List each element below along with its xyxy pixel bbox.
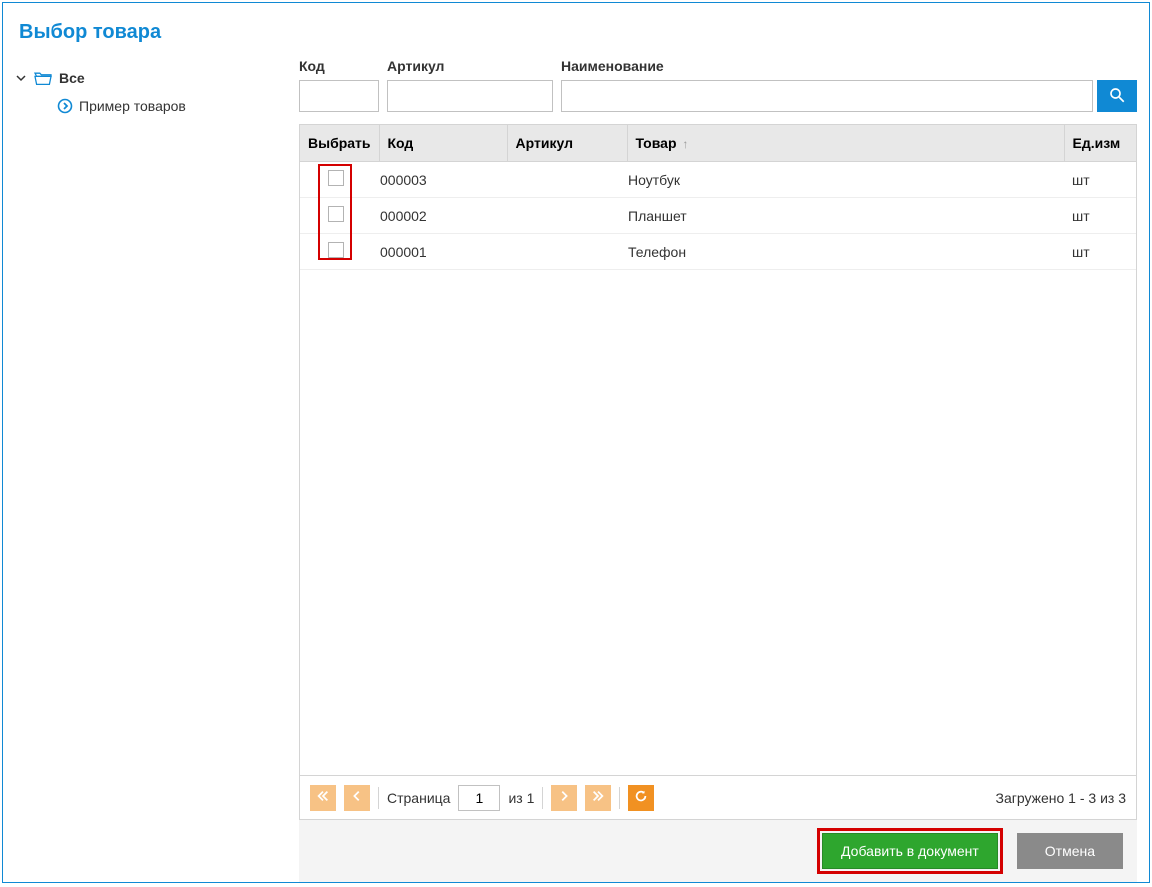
cell-name: Планшет xyxy=(620,198,1064,234)
table-body: 000003 Ноутбук шт 000002 Планшет шт xyxy=(300,162,1136,775)
prev-page-button[interactable] xyxy=(344,785,370,811)
chevron-left-icon xyxy=(350,789,364,806)
first-page-button[interactable] xyxy=(310,785,336,811)
main-area: Код Артикул Наименование xyxy=(289,58,1149,882)
filter-code: Код xyxy=(299,58,379,112)
filter-name-label: Наименование xyxy=(561,58,1093,74)
chevron-right-icon xyxy=(557,789,571,806)
cell-unit: шт xyxy=(1064,198,1136,234)
sort-asc-icon: ↑ xyxy=(682,137,688,151)
filter-name: Наименование xyxy=(561,58,1093,112)
filter-name-input[interactable] xyxy=(561,80,1093,112)
separator xyxy=(619,787,620,809)
filter-article: Артикул xyxy=(387,58,553,112)
cell-article xyxy=(500,234,620,270)
filter-article-label: Артикул xyxy=(387,58,553,74)
col-unit[interactable]: Ед.изм xyxy=(1064,125,1136,162)
col-code[interactable]: Код xyxy=(379,125,507,162)
product-picker-dialog: Выбор товара Все Пример товаров xyxy=(2,2,1150,883)
separator xyxy=(378,787,379,809)
tree-node-child[interactable]: Пример товаров xyxy=(13,90,279,118)
dialog-content: Все Пример товаров Код Артикул xyxy=(3,58,1149,882)
chevron-circle-right-icon xyxy=(57,98,73,114)
cell-name: Ноутбук xyxy=(620,162,1064,198)
refresh-button[interactable] xyxy=(628,785,654,811)
search-icon xyxy=(1108,86,1126,107)
filter-code-input[interactable] xyxy=(299,80,379,112)
separator xyxy=(542,787,543,809)
cell-code: 000002 xyxy=(372,198,500,234)
col-name[interactable]: Товар ↑ xyxy=(627,125,1064,162)
table-row[interactable]: 000002 Планшет шт xyxy=(300,198,1136,234)
table-row[interactable]: 000001 Телефон шт xyxy=(300,234,1136,270)
add-button-highlight: Добавить в документ xyxy=(817,828,1003,874)
cell-unit: шт xyxy=(1064,162,1136,198)
cancel-button[interactable]: Отмена xyxy=(1017,833,1123,869)
col-select[interactable]: Выбрать xyxy=(300,125,379,162)
refresh-icon xyxy=(634,789,648,806)
row-checkbox[interactable] xyxy=(328,170,344,186)
col-article[interactable]: Артикул xyxy=(507,125,627,162)
pager: Страница из 1 Загружено 1 - 3 из 3 xyxy=(300,775,1136,819)
page-input[interactable] xyxy=(458,785,500,811)
cell-article xyxy=(500,162,620,198)
chevron-double-left-icon xyxy=(316,789,330,806)
search-button[interactable] xyxy=(1097,80,1137,112)
cell-article xyxy=(500,198,620,234)
category-tree: Все Пример товаров xyxy=(3,58,289,882)
dialog-title: Выбор товара xyxy=(3,3,1149,58)
table-row[interactable]: 000003 Ноутбук шт xyxy=(300,162,1136,198)
filter-bar: Код Артикул Наименование xyxy=(299,58,1137,112)
dialog-footer: Добавить в документ Отмена xyxy=(299,820,1137,882)
cell-code: 000001 xyxy=(372,234,500,270)
expand-toggle-icon[interactable] xyxy=(13,70,29,86)
products-table: Выбрать Код Артикул Товар ↑ Ед.изм xyxy=(299,124,1137,820)
cell-unit: шт xyxy=(1064,234,1136,270)
last-page-button[interactable] xyxy=(585,785,611,811)
cell-name: Телефон xyxy=(620,234,1064,270)
row-checkbox[interactable] xyxy=(328,206,344,222)
tree-node-root[interactable]: Все xyxy=(13,66,279,90)
folder-open-icon xyxy=(33,70,53,86)
tree-node-label: Все xyxy=(59,70,85,86)
add-to-document-button[interactable]: Добавить в документ xyxy=(822,833,998,869)
page-of-label: из 1 xyxy=(508,790,534,806)
row-checkbox[interactable] xyxy=(328,242,344,258)
next-page-button[interactable] xyxy=(551,785,577,811)
page-label: Страница xyxy=(387,790,450,806)
pager-status: Загружено 1 - 3 из 3 xyxy=(995,790,1126,806)
table-header-row: Выбрать Код Артикул Товар ↑ Ед.изм xyxy=(300,125,1136,162)
chevron-double-right-icon xyxy=(591,789,605,806)
col-name-label: Товар xyxy=(636,135,677,151)
filter-code-label: Код xyxy=(299,58,379,74)
cell-code: 000003 xyxy=(372,162,500,198)
filter-article-input[interactable] xyxy=(387,80,553,112)
tree-node-label: Пример товаров xyxy=(79,98,186,114)
